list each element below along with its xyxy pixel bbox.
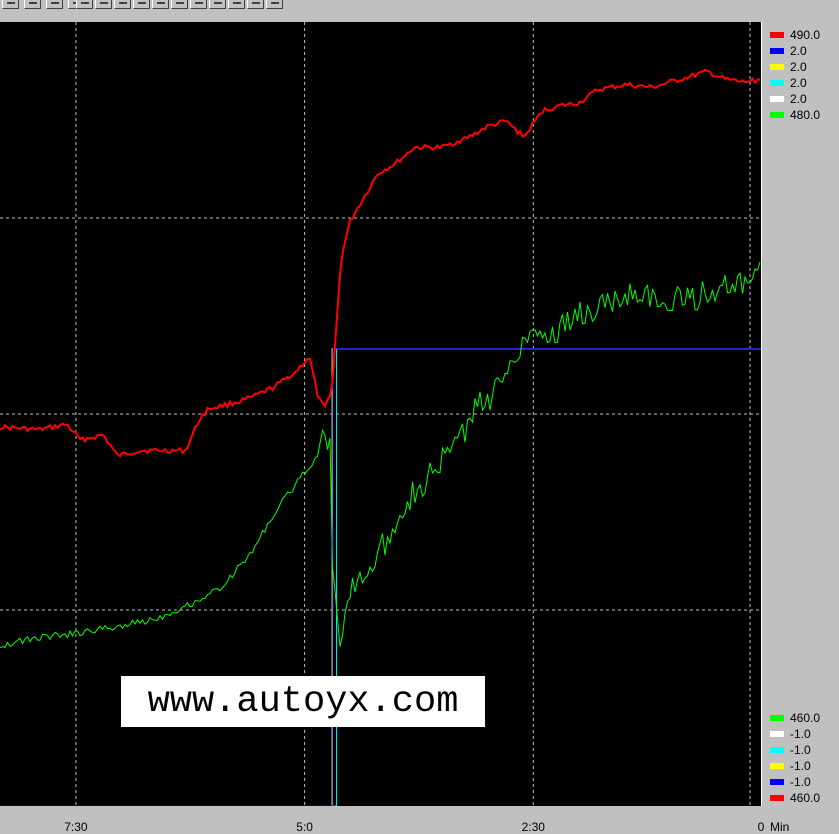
- toolbar-button-icon: [29, 2, 37, 4]
- toolbar-button-icon: [214, 2, 222, 4]
- legend-label: 480.0: [790, 108, 821, 122]
- legend-label: 2.0: [790, 76, 807, 90]
- toolbar-btn-2[interactable]: [24, 0, 41, 9]
- toolbar-btn-5[interactable]: [76, 0, 93, 9]
- legend-swatch: [770, 48, 784, 54]
- toolbar-btn-6[interactable]: [95, 0, 112, 9]
- toolbar-button-icon: [252, 2, 260, 4]
- toolbar-button-icon: [195, 2, 203, 4]
- legend-panel: 490.0 2.0 2.0 2.0 2.0 480.0 460.0 -1.0 -1.0 -1.0 -…: [762, 22, 839, 806]
- toolbar-button-icon: [100, 2, 108, 4]
- series-line: [0, 348, 762, 806]
- legend-entry: -1.0: [770, 758, 811, 774]
- legend-label: 460.0: [790, 791, 821, 805]
- toolbar-btn-13[interactable]: [228, 0, 245, 9]
- legend-swatch: [770, 64, 784, 70]
- legend-label: -1.0: [790, 759, 811, 773]
- toolbar-button-icon: [7, 2, 15, 4]
- toolbar-btn-12[interactable]: [209, 0, 226, 9]
- legend-swatch: [770, 32, 784, 38]
- legend-swatch: [770, 763, 784, 769]
- toolbar-button-icon: [81, 2, 89, 4]
- toolbar-btn-3[interactable]: [46, 0, 63, 9]
- legend-label: -1.0: [790, 727, 811, 741]
- legend-entry: -1.0: [770, 726, 811, 742]
- toolbar-button-icon: [176, 2, 184, 4]
- legend-entry: 2.0: [770, 43, 807, 59]
- legend-entry: 2.0: [770, 91, 807, 107]
- series-line: [0, 348, 762, 806]
- legend-swatch: [770, 715, 784, 721]
- legend-entry: -1.0: [770, 774, 811, 790]
- legend-label: 490.0: [790, 28, 821, 42]
- watermark: www.autoyx.com: [121, 676, 485, 727]
- legend-label: 2.0: [790, 60, 807, 74]
- legend-entry: 490.0: [770, 27, 820, 43]
- toolbar-btn-1[interactable]: [2, 0, 19, 9]
- legend-swatch: [770, 80, 784, 86]
- series-line: [0, 261, 761, 649]
- legend-label: -1.0: [790, 743, 811, 757]
- legend-entry: 2.0: [770, 59, 807, 75]
- x-tick-label: 2:30: [521, 820, 545, 834]
- series-line: [0, 68, 761, 458]
- toolbar-btn-14[interactable]: [247, 0, 264, 9]
- x-axis: Min 7:30 5:0 2:30 0: [0, 806, 839, 834]
- toolbar-btn-7[interactable]: [114, 0, 131, 9]
- toolbar: [0, 0, 839, 12]
- x-tick-label: 7:30: [64, 820, 88, 834]
- series-line: [0, 348, 762, 806]
- legend-entry: 460.0: [770, 710, 820, 726]
- x-axis-unit-label: Min: [770, 820, 790, 834]
- legend-label: 2.0: [790, 44, 807, 58]
- legend-swatch: [770, 96, 784, 102]
- legend-entry: 2.0: [770, 75, 807, 91]
- legend-entry: -1.0: [770, 742, 811, 758]
- toolbar-button-icon: [51, 2, 59, 4]
- watermark-text: www.autoyx.com: [147, 680, 459, 723]
- toolbar-btn-8[interactable]: [133, 0, 150, 9]
- legend-swatch: [770, 747, 784, 753]
- toolbar-btn-10[interactable]: [171, 0, 188, 9]
- legend-label: 2.0: [790, 92, 807, 106]
- toolbar-button-icon: [233, 2, 241, 4]
- x-tick-label: 0: [757, 820, 765, 834]
- legend-swatch: [770, 731, 784, 737]
- toolbar-button-icon: [271, 2, 279, 4]
- toolbar-button-icon: [157, 2, 165, 4]
- toolbar-btn-9[interactable]: [152, 0, 169, 9]
- toolbar-btn-11[interactable]: [190, 0, 207, 9]
- toolbar-button-icon: [138, 2, 146, 4]
- legend-entry: 460.0: [770, 790, 820, 806]
- legend-label: -1.0: [790, 775, 811, 789]
- toolbar-button-icon: [119, 2, 127, 4]
- legend-entry: 480.0: [770, 107, 820, 123]
- legend-swatch: [770, 795, 784, 801]
- legend-swatch: [770, 779, 784, 785]
- toolbar-btn-15[interactable]: [266, 0, 283, 9]
- legend-swatch: [770, 112, 784, 118]
- legend-label: 460.0: [790, 711, 821, 725]
- x-tick-label: 5:0: [296, 820, 313, 834]
